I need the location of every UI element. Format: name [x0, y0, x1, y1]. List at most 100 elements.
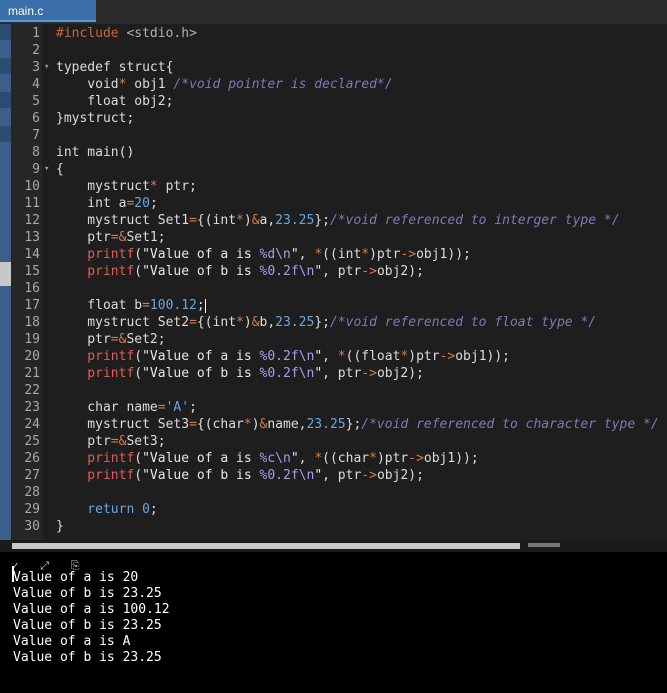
- left-panel-strip[interactable]: [0, 24, 11, 540]
- code-token: ((int: [322, 247, 362, 262]
- code-token: %0.2f\n: [259, 366, 315, 381]
- code-token: printf: [56, 349, 135, 364]
- code-token: a,: [259, 213, 276, 228]
- tab-main-c[interactable]: main.c: [0, 0, 96, 22]
- code-line[interactable]: return 0;: [56, 501, 157, 518]
- code-token: {(int: [196, 315, 237, 330]
- code-token: typedef struct{: [56, 60, 174, 75]
- code-token: ): [243, 315, 252, 330]
- line-number: 17: [24, 298, 40, 313]
- scrollbar-thumb[interactable]: [12, 543, 520, 549]
- code-line[interactable]: }mystruct;: [56, 110, 134, 127]
- code-token: *: [314, 247, 323, 262]
- code-token: *: [314, 451, 323, 466]
- code-line[interactable]: mystruct Set1={(int*)&a,23.25};/*void re…: [56, 212, 619, 229]
- code-token: };: [345, 417, 362, 432]
- code-token: ": [290, 451, 299, 466]
- code-token: %d\n: [259, 247, 291, 262]
- code-token: <stdio.h>: [126, 26, 197, 41]
- line-number: 11: [24, 196, 40, 211]
- code-token: printf: [56, 247, 135, 262]
- code-line[interactable]: char name='A';: [56, 399, 197, 416]
- code-token: ": [314, 468, 323, 483]
- line-number: 24: [24, 417, 40, 432]
- code-line[interactable]: printf("Value of a is %d\n", *((int*)ptr…: [56, 246, 471, 263]
- code-token: ,: [298, 451, 315, 466]
- code-line[interactable]: printf("Value of a is %0.2f\n", *((float…: [56, 348, 510, 365]
- code-token: obj1));: [423, 451, 479, 466]
- code-token: 100.12: [149, 298, 197, 313]
- strip-block: [0, 58, 11, 74]
- line-number: 27: [24, 468, 40, 483]
- code-token: ((char: [322, 451, 370, 466]
- code-token: (: [134, 451, 143, 466]
- code-line[interactable]: ptr=&Set2;: [56, 331, 165, 348]
- code-line[interactable]: float obj2;: [56, 93, 173, 110]
- code-token: {(char: [196, 417, 244, 432]
- code-line[interactable]: printf("Value of b is %0.2f\n", ptr->obj…: [56, 365, 424, 382]
- line-number: 18: [24, 315, 40, 330]
- code-token: 23.25: [306, 417, 346, 432]
- code-token: ->: [361, 468, 377, 483]
- code-token: (: [134, 468, 143, 483]
- line-number: 2: [32, 43, 40, 58]
- code-token: =: [142, 298, 150, 313]
- code-token: printf: [56, 451, 135, 466]
- code-line[interactable]: float b=100.12;: [56, 297, 206, 314]
- fold-toggle-icon[interactable]: ▾: [44, 59, 49, 76]
- code-token: =: [189, 213, 197, 228]
- code-line[interactable]: #include <stdio.h>: [56, 25, 197, 42]
- line-number: 7: [32, 128, 40, 143]
- line-number: 14: [24, 247, 40, 262]
- code-token: *: [149, 179, 158, 194]
- code-token: )ptr: [369, 247, 401, 262]
- code-token: ;: [149, 196, 158, 211]
- code-token: ->: [361, 264, 377, 279]
- code-token: *: [236, 315, 244, 330]
- code-line[interactable]: {: [56, 161, 64, 178]
- code-line[interactable]: }: [56, 518, 64, 535]
- code-token: 'A': [165, 400, 190, 415]
- code-line[interactable]: ptr=&Set3;: [56, 433, 166, 450]
- code-line[interactable]: mystruct Set3={(char*)&name,23.25};/*voi…: [56, 416, 658, 433]
- code-line[interactable]: int a=20;: [56, 195, 158, 212]
- code-token: /*void pointer is declared*/: [173, 77, 393, 92]
- code-line[interactable]: int main(): [56, 144, 134, 161]
- strip-block: [0, 126, 11, 142]
- line-number: 12: [24, 213, 40, 228]
- code-line[interactable]: printf("Value of b is %0.2f\n", ptr->obj…: [56, 467, 424, 484]
- code-token: };: [314, 315, 330, 330]
- line-number: 23: [24, 400, 40, 415]
- code-token: ((float: [345, 349, 401, 364]
- console-line: Value of b is 23.25: [13, 650, 162, 665]
- code-token: float b: [56, 298, 143, 313]
- code-line[interactable]: mystruct* ptr;: [56, 178, 197, 195]
- code-line[interactable]: typedef struct{: [56, 59, 173, 76]
- code-token: #include: [56, 26, 127, 41]
- code-token: , ptr: [322, 264, 362, 279]
- code-token: printf: [56, 468, 135, 483]
- code-token: ,: [298, 247, 315, 262]
- code-token: (: [134, 366, 143, 381]
- fold-column: [42, 24, 52, 540]
- fold-toggle-icon[interactable]: ▾: [44, 161, 49, 178]
- line-number: 6: [32, 111, 40, 126]
- code-token: float obj2;: [56, 94, 174, 109]
- code-line[interactable]: printf("Value of a is %c\n", *((char*)pt…: [56, 450, 479, 467]
- code-token: &: [251, 315, 260, 330]
- code-token: ->: [361, 366, 377, 381]
- code-token: =&: [110, 332, 127, 347]
- code-token: ->: [408, 451, 424, 466]
- line-number: 21: [24, 366, 40, 381]
- code-line[interactable]: ptr=&Set1;: [56, 229, 165, 246]
- horizontal-scrollbar[interactable]: [0, 540, 667, 552]
- code-token: void: [56, 77, 119, 92]
- code-line[interactable]: printf("Value of b is %0.2f\n", ptr->obj…: [56, 263, 424, 280]
- code-line[interactable]: void* obj1 /*void pointer is declared*/: [56, 76, 393, 93]
- code-line[interactable]: mystruct Set2={(int*)&b,23.25};/*void re…: [56, 314, 596, 331]
- line-number: 9: [32, 162, 40, 177]
- scrollbar-marker: [528, 543, 560, 547]
- line-number: 30: [24, 519, 40, 534]
- code-token: Set3;: [126, 434, 166, 449]
- code-token: *: [236, 213, 244, 228]
